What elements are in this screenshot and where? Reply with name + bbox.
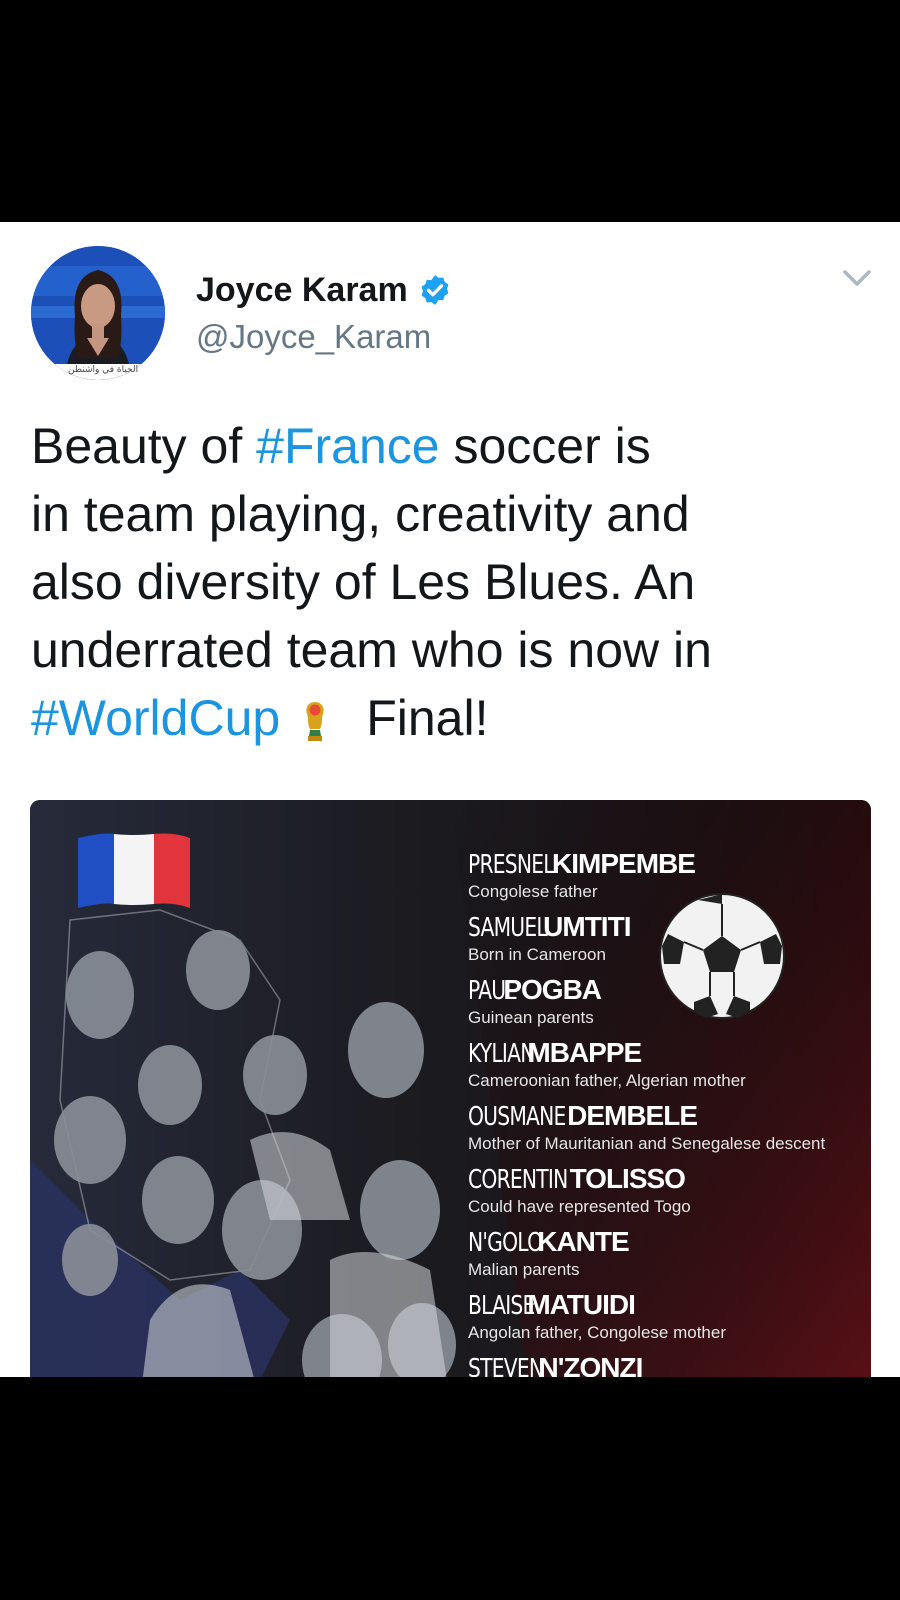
player-last-name: MBAPPE	[527, 1037, 642, 1068]
tweet-card: الحياة في واشنطن Joyce Karam @Joyce_Kara…	[0, 222, 900, 1377]
tweet-media-image[interactable]: PRESNELKIMPEMBE Congolese father SAMUELU…	[30, 800, 871, 1377]
world-cup-trophy-icon	[306, 701, 324, 741]
player-origin: Cameroonian father, Algerian mother	[468, 1071, 746, 1090]
player-first-name: STEVEN	[468, 1354, 544, 1377]
player-first-name: BLAISE	[468, 1291, 535, 1321]
author-handle[interactable]: @Joyce_Karam	[196, 318, 431, 356]
player-origin: Congolese father	[468, 882, 598, 901]
player-first-name: N'GOLO	[468, 1228, 543, 1258]
player-name: N'GOLOKANTE	[468, 1226, 868, 1259]
player-name: KYLIANMBAPPE	[468, 1037, 868, 1070]
player-last-name: TOLISSO	[569, 1163, 686, 1194]
player-roster: PRESNELKIMPEMBE Congolese father SAMUELU…	[468, 848, 868, 1377]
player-last-name: POGBA	[503, 974, 602, 1005]
tweet-line: in team playing, creativity and	[31, 486, 690, 542]
tweet-text: Beauty of #France soccer is in team play…	[31, 412, 861, 752]
player-name: SAMUELUMTITI	[468, 911, 868, 944]
player-name: PAULPOGBA	[468, 974, 868, 1007]
avatar[interactable]	[31, 246, 165, 380]
player-last-name: N'ZONZI	[538, 1352, 643, 1377]
player-origin: Born in Cameroon	[468, 945, 606, 964]
player-first-name: SAMUEL	[468, 913, 548, 943]
author-name-row[interactable]: Joyce Karam	[196, 268, 452, 312]
display-name[interactable]: Joyce Karam	[196, 271, 408, 310]
player-entry: PRESNELKIMPEMBE Congolese father	[468, 848, 868, 911]
player-name: BLAISEMATUIDI	[468, 1289, 868, 1322]
player-name: OUSMANEDEMBELE	[468, 1100, 868, 1133]
player-origin: Angolan father, Congolese mother	[468, 1323, 727, 1342]
player-name: STEVENN'ZONZI	[468, 1352, 868, 1377]
player-first-name: CORENTIN	[468, 1165, 568, 1195]
player-last-name: DEMBELE	[567, 1100, 698, 1131]
player-name: PRESNELKIMPEMBE	[468, 848, 868, 881]
player-entry: OUSMANEDEMBELE Mother of Mauritanian and…	[468, 1100, 868, 1163]
tweet-line: underrated team who is now in	[31, 622, 712, 678]
player-last-name: UMTITI	[543, 911, 631, 942]
player-name: CORENTINTOLISSO	[468, 1163, 868, 1196]
tweet-line: also diversity of Les Blues. An	[31, 554, 696, 610]
player-origin: Guinean parents	[468, 1008, 594, 1027]
player-origin: Could have represented Togo	[468, 1197, 691, 1216]
player-entry: CORENTINTOLISSO Could have represented T…	[468, 1163, 868, 1226]
player-first-name: PAUL	[468, 976, 517, 1006]
player-entry: STEVENN'ZONZI	[468, 1352, 868, 1377]
player-entry: PAULPOGBA Guinean parents	[468, 974, 868, 1037]
tweet-line: #WorldCup Final!	[31, 684, 861, 752]
hashtag-worldcup[interactable]: #WorldCup	[31, 690, 280, 746]
hashtag-france[interactable]: #France	[256, 418, 439, 474]
player-entry: N'GOLOKANTE Malian parents	[468, 1226, 868, 1289]
player-first-name: OUSMANE	[468, 1102, 566, 1132]
tweet-text-segment: Final!	[366, 690, 489, 746]
player-last-name: KIMPEMBE	[552, 848, 696, 879]
tweet-text-segment: soccer is	[439, 418, 651, 474]
player-entry: BLAISEMATUIDI Angolan father, Congolese …	[468, 1289, 868, 1352]
player-entry: KYLIANMBAPPE Cameroonian father, Algeria…	[468, 1037, 868, 1100]
player-entry: SAMUELUMTITI Born in Cameroon	[468, 911, 868, 974]
player-last-name: KANTE	[537, 1226, 629, 1257]
player-origin: Mother of Mauritanian and Senegalese des…	[468, 1134, 826, 1153]
tweet-line: Beauty of #France soccer is	[31, 412, 861, 480]
player-first-name: PRESNEL	[468, 850, 555, 880]
avatar-caption: الحياة في واشنطن	[68, 365, 139, 375]
bottom-black-bar	[0, 1377, 900, 1600]
player-first-name: KYLIAN	[468, 1039, 535, 1069]
tweet-text-segment: Beauty of	[31, 418, 257, 474]
france-flag-icon	[78, 833, 190, 908]
top-black-bar	[0, 0, 900, 222]
chevron-down-icon[interactable]	[841, 264, 873, 292]
player-origin: Malian parents	[468, 1260, 580, 1279]
player-last-name: MATUIDI	[527, 1289, 636, 1320]
verified-badge-icon	[421, 275, 449, 305]
